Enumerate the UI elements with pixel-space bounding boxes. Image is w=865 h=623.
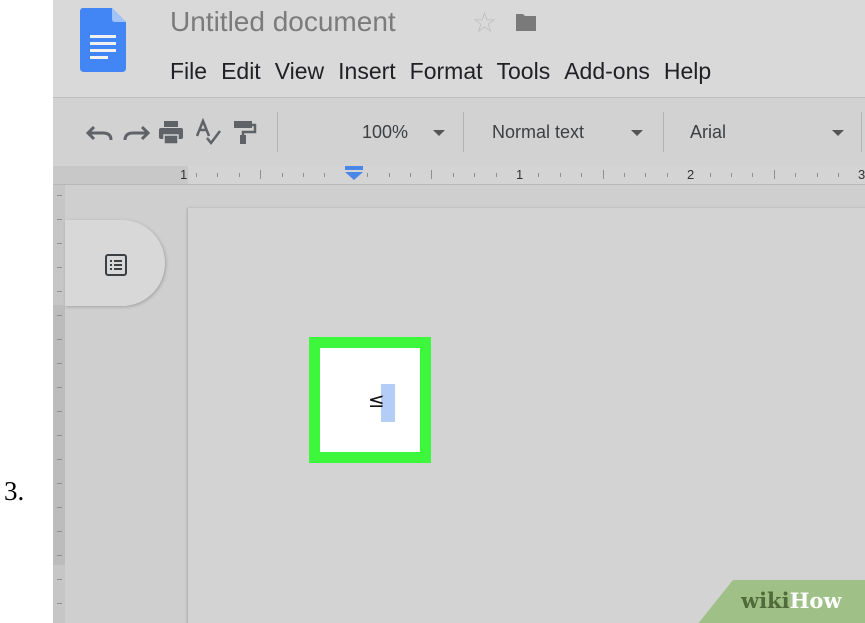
menu-tools[interactable]: Tools — [497, 56, 551, 86]
inserted-symbol[interactable]: ≤ — [368, 388, 385, 412]
toolbar-separator — [277, 112, 278, 152]
horizontal-ruler[interactable]: 1 1 2 3 — [53, 166, 865, 185]
menu-format[interactable]: Format — [410, 56, 483, 86]
ruler-tick — [238, 173, 240, 177]
symbol-area[interactable]: ≤ — [320, 348, 420, 452]
ruler-tick — [452, 173, 454, 177]
vertical-ruler-tick — [57, 291, 62, 292]
ruler-tick — [731, 173, 732, 177]
style-select[interactable]: Normal text — [492, 120, 584, 144]
undo-icon[interactable] — [85, 118, 115, 146]
spellcheck-icon[interactable] — [193, 118, 223, 146]
font-select[interactable]: Arial — [690, 120, 726, 144]
ruler-tick — [645, 173, 647, 177]
toolbar: 100% Normal text Arial — [53, 98, 865, 166]
vertical-ruler-tick — [57, 435, 62, 436]
ruler-tick — [816, 173, 818, 177]
document-title[interactable]: Untitled document — [170, 6, 396, 38]
ruler-tick — [281, 173, 283, 177]
vertical-ruler-tick — [57, 243, 62, 244]
watermark-prefix: wiki — [741, 588, 790, 613]
ruler-tick — [752, 173, 754, 177]
vertical-ruler-tick — [57, 411, 62, 412]
ruler-tick — [709, 173, 711, 177]
ruler-tick — [388, 173, 390, 177]
ruler-tick — [431, 170, 433, 179]
toolbar-separator — [463, 112, 464, 152]
ruler-tick — [666, 173, 668, 177]
toolbar-separator — [861, 112, 862, 152]
toolbar-separator — [663, 112, 664, 152]
ruler-number: 1 — [180, 167, 188, 182]
ruler-number: 2 — [687, 167, 695, 182]
vertical-ruler-tick — [57, 459, 62, 460]
ruler-tick — [495, 173, 497, 177]
ruler-tick — [559, 173, 561, 177]
vertical-ruler-tick — [57, 315, 62, 316]
docs-logo-icon[interactable] — [80, 8, 126, 72]
watermark-suffix: How — [789, 588, 842, 613]
vertical-ruler-tick — [57, 363, 62, 364]
ruler-tick — [260, 170, 262, 179]
menu-edit[interactable]: Edit — [221, 56, 261, 86]
style-caret-icon[interactable] — [631, 130, 643, 136]
font-caret-icon[interactable] — [832, 130, 844, 136]
zoom-select[interactable]: 100% — [362, 120, 408, 144]
vertical-ruler-tick — [57, 603, 62, 604]
ruler-tick — [602, 170, 604, 179]
ruler-tick — [624, 173, 625, 177]
vertical-ruler-tick — [57, 483, 62, 484]
vertical-ruler-tick — [57, 339, 62, 340]
menu-add-ons[interactable]: Add-ons — [564, 56, 650, 86]
ruler-tick — [474, 173, 476, 177]
ruler-tick — [410, 173, 411, 177]
menu-view[interactable]: View — [275, 56, 324, 86]
vertical-ruler-tick — [57, 195, 62, 196]
ruler-tick — [324, 173, 326, 177]
ruler-tick — [196, 173, 197, 177]
indent-marker-icon[interactable] — [343, 166, 365, 180]
document-outline-tab[interactable] — [65, 220, 165, 306]
ruler-tick — [303, 173, 304, 177]
menu-bar: File Edit View Insert Format Tools Add-o… — [170, 56, 711, 86]
document-outline-icon — [105, 254, 127, 276]
paint-format-icon[interactable] — [228, 118, 258, 146]
docs-screenshot: Untitled document ☆ File Edit View Inser… — [53, 0, 865, 623]
ruler-page-area — [188, 166, 865, 184]
vertical-ruler-tick — [57, 555, 62, 556]
ruler-tick — [538, 173, 540, 177]
ruler-tick — [773, 170, 775, 179]
menu-insert[interactable]: Insert — [338, 56, 396, 86]
zoom-caret-icon[interactable] — [433, 130, 445, 136]
ruler-tick — [795, 173, 797, 177]
vertical-ruler-tick — [57, 219, 62, 220]
ruler-tick — [838, 173, 839, 177]
vertical-ruler-tick — [57, 387, 62, 388]
wikihow-watermark: wikiHow — [741, 588, 842, 613]
docs-header: Untitled document ☆ File Edit View Inser… — [53, 0, 865, 97]
folder-icon[interactable] — [515, 11, 537, 33]
menu-help[interactable]: Help — [664, 56, 711, 86]
vertical-ruler-tick — [57, 507, 62, 508]
menu-file[interactable]: File — [170, 56, 207, 86]
ruler-number: 3 — [858, 167, 865, 182]
document-page[interactable] — [188, 208, 865, 623]
vertical-ruler-tick — [57, 531, 62, 532]
ruler-tick — [367, 173, 369, 177]
ruler-tick — [581, 173, 583, 177]
ruler-number: 1 — [516, 167, 524, 182]
symbol-highlight: ≤ — [309, 337, 431, 463]
vertical-ruler-tick — [57, 267, 62, 268]
step-number: 3. — [4, 476, 25, 506]
redo-icon[interactable] — [121, 118, 151, 146]
vertical-ruler[interactable] — [53, 185, 65, 623]
star-icon[interactable]: ☆ — [472, 6, 497, 40]
ruler-tick — [217, 173, 219, 177]
print-icon[interactable] — [156, 118, 186, 146]
vertical-ruler-tick — [57, 579, 62, 580]
